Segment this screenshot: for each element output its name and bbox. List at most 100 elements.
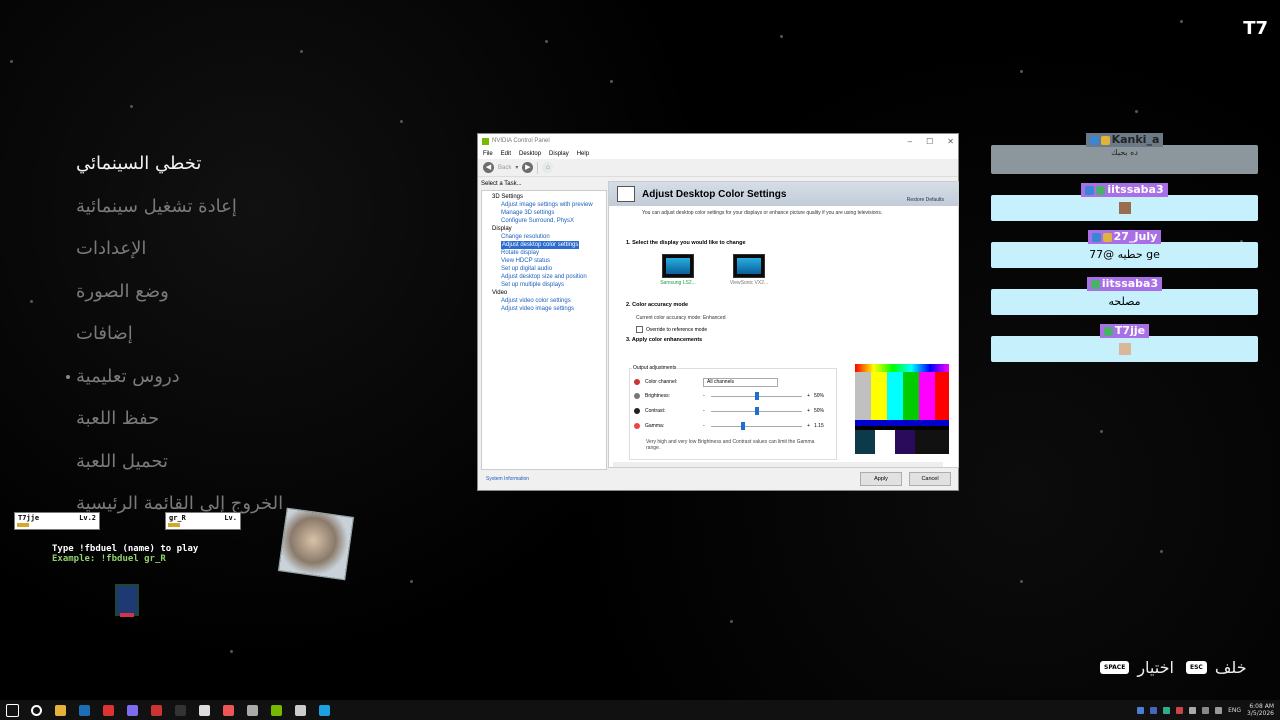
app-3-icon[interactable] (192, 700, 216, 720)
tree-item[interactable]: Adjust desktop size and position (482, 273, 606, 281)
tray-app-icon[interactable] (1137, 706, 1145, 714)
brightness-slider[interactable] (711, 391, 802, 400)
display-option[interactable]: ViewSonic VX2... (725, 254, 773, 286)
contrast-value: 50% (814, 408, 825, 414)
tree-item[interactable]: Configure Surround, PhysX (482, 217, 606, 225)
app-5-icon[interactable] (240, 700, 264, 720)
menu-file[interactable]: File (483, 151, 493, 157)
display-option[interactable]: Samsung LS2... (654, 254, 702, 286)
tree-item[interactable]: View HDCP status (482, 257, 606, 265)
obs-icon[interactable] (168, 700, 192, 720)
menu-item-load-game[interactable]: تحميل اللعبة (76, 448, 296, 491)
search-icon[interactable] (24, 700, 48, 720)
apply-button[interactable]: Apply (860, 472, 902, 486)
forward-arrow-icon[interactable]: ▶ (522, 162, 534, 173)
emote-icon (1118, 202, 1131, 214)
cancel-button[interactable]: Cancel (909, 472, 951, 486)
volume-icon[interactable] (1215, 706, 1223, 714)
steam-icon[interactable] (72, 700, 96, 720)
pane-header: Adjust Desktop Color Settings Restore De… (609, 182, 958, 206)
menu-edit[interactable]: Edit (501, 151, 511, 157)
menu-item-settings[interactable]: الإعدادات (76, 235, 296, 278)
menu-item-skip-cinematic[interactable]: تخطي السينمائي (76, 150, 296, 193)
edge-icon[interactable] (312, 700, 336, 720)
maximize-button[interactable]: ☐ (926, 137, 933, 146)
section-color-enhancements: 3. Apply color enhancements (626, 337, 703, 343)
tray-app-icon[interactable] (1189, 706, 1197, 714)
clock[interactable]: 6:08 AM 3/5/2026 (1247, 703, 1274, 717)
close-button[interactable]: ✕ (947, 137, 954, 146)
system-information-link[interactable]: System Information (486, 476, 529, 482)
tree-item[interactable]: Adjust image settings with preview (482, 201, 606, 209)
language-indicator[interactable]: ENG (1228, 707, 1241, 714)
tree-category[interactable]: Video (482, 289, 606, 297)
select-hint[interactable]: SPACE اختيار (1100, 658, 1174, 677)
nvidia-control-panel-window[interactable]: NVIDIA Control Panel – ☐ ✕ File Edit Des… (477, 133, 959, 491)
menu-item-save-game[interactable]: حفظ اللعبة (76, 405, 296, 448)
horizontal-scrollbar[interactable] (613, 462, 943, 467)
tree-category[interactable]: 3D Settings (482, 193, 606, 201)
chat-message: iitssaba3 (991, 183, 1258, 221)
menu-item-tutorials[interactable]: دروس تعليمية (66, 363, 296, 406)
back-label[interactable]: Back (498, 165, 511, 171)
app-red-2-icon[interactable] (144, 700, 168, 720)
tree-category[interactable]: Display (482, 225, 606, 233)
nvidia-icon[interactable] (264, 700, 288, 720)
badge-icon (1091, 232, 1101, 242)
wifi-icon[interactable] (1202, 706, 1210, 714)
menu-item-tutorials-label: دروس تعليمية (76, 365, 180, 387)
back-arrow-icon[interactable]: ◀ (483, 162, 494, 173)
menu-desktop[interactable]: Desktop (519, 151, 541, 157)
player2-level: Lv. (224, 514, 237, 522)
dropdown-icon[interactable]: ▾ (515, 164, 518, 171)
menu-item-replay-cinematic[interactable]: إعادة تشغيل سينمائية (76, 193, 296, 236)
window-titlebar[interactable]: NVIDIA Control Panel – ☐ ✕ (478, 134, 958, 148)
duel-instruction: Type !fbduel (name) to play (52, 544, 199, 554)
tray-app-icon[interactable] (1163, 706, 1171, 714)
space-key-icon: SPACE (1100, 661, 1130, 674)
tree-item[interactable]: Change resolution (482, 233, 606, 241)
home-icon[interactable]: ⌂ (542, 162, 554, 173)
badge-icon (1096, 185, 1106, 195)
app-4-icon[interactable] (216, 700, 240, 720)
override-reference-checkbox[interactable]: Override to reference mode (609, 326, 958, 333)
tray-app-icon[interactable] (1150, 706, 1158, 714)
tree-item[interactable]: Adjust desktop color settings (482, 241, 606, 249)
app-6-icon-glyph (294, 704, 306, 716)
discord-icon[interactable] (120, 700, 144, 720)
slider-thumb[interactable] (754, 391, 759, 400)
restore-defaults-link[interactable]: Restore Defaults (907, 197, 944, 203)
menu-item-photo-mode[interactable]: وضع الصورة (76, 278, 296, 321)
tree-item[interactable]: Manage 3D settings (482, 209, 606, 217)
test-pattern-image (855, 364, 949, 454)
tree-item[interactable]: Set up digital audio (482, 265, 606, 273)
checkbox[interactable] (636, 326, 643, 333)
gamma-slider[interactable] (711, 421, 802, 430)
tree-item[interactable]: Rotate display (482, 249, 606, 257)
start-icon[interactable] (0, 700, 24, 720)
badge-icon (1090, 279, 1100, 289)
menu-display[interactable]: Display (549, 151, 569, 157)
player2-hud: gr_R Lv. (165, 512, 241, 530)
app-6-icon[interactable] (288, 700, 312, 720)
color-channel-select[interactable]: All channels (703, 377, 778, 387)
slider-thumb[interactable] (740, 421, 745, 430)
badge-icon (1089, 135, 1099, 145)
select-label: اختيار (1137, 658, 1174, 677)
tray-app-icon[interactable] (1176, 706, 1184, 714)
menu-help[interactable]: Help (577, 151, 589, 157)
slider-thumb[interactable] (754, 406, 759, 415)
tree-item[interactable]: Adjust video image settings (482, 305, 606, 313)
tree-item[interactable]: Set up multiple displays (482, 281, 606, 289)
app-4-icon-glyph (222, 704, 234, 716)
page-description: You can adjust desktop color settings fo… (642, 210, 883, 216)
minimize-button[interactable]: – (908, 137, 912, 146)
contrast-slider[interactable] (711, 406, 802, 415)
app-red-icon[interactable] (96, 700, 120, 720)
file-explorer-icon[interactable] (48, 700, 72, 720)
display-list: Samsung LS2... ViewSonic VX2... (609, 246, 958, 286)
back-hint[interactable]: ESC خلف (1186, 658, 1247, 677)
tree-item[interactable]: Adjust video color settings (482, 297, 606, 305)
menu-item-addons[interactable]: إضافات (76, 320, 296, 363)
badge-icon (1100, 135, 1110, 145)
